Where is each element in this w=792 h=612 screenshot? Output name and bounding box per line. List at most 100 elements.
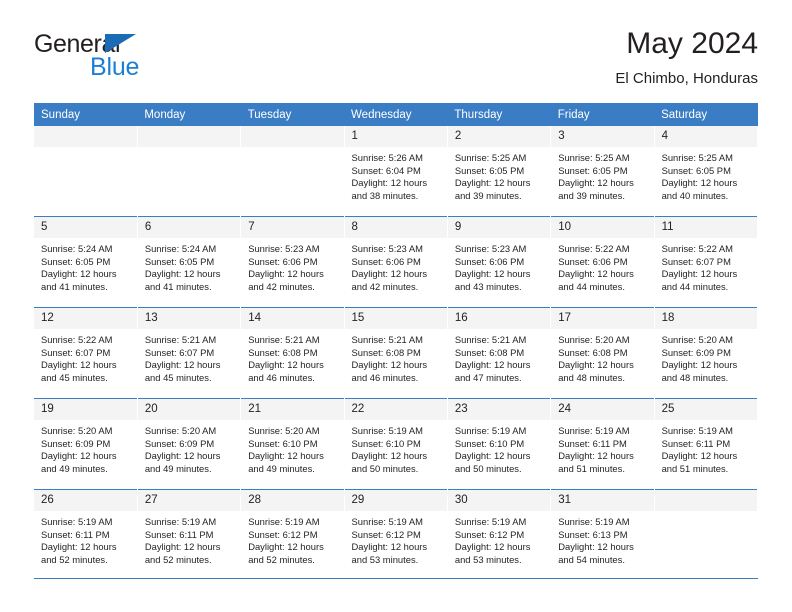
sunset-text: Sunset: 6:11 PM bbox=[558, 437, 627, 449]
calendar-cell-day[interactable]: 29 Sunrise: 5:19 AM Sunset: 6:12 PM Dayligh… bbox=[344, 489, 448, 580]
daylight-text-line2: and 41 minutes. bbox=[41, 280, 108, 292]
calendar-page: General Blue May 2024 El Chimbo, Hondura… bbox=[0, 0, 792, 612]
sunrise-text: Sunrise: 5:25 AM bbox=[558, 152, 630, 163]
calendar-cell-day[interactable]: 23 Sunrise: 5:19 AM Sunset: 6:10 PM Dayligh… bbox=[447, 398, 552, 490]
calendar-cell-day[interactable]: 3 Sunrise: 5:25 AM Sunset: 6:05 PM Daylight… bbox=[550, 126, 655, 217]
calendar-cell-day[interactable]: 16 Sunrise: 5:21 AM Sunset: 6:08 PM Dayligh… bbox=[447, 307, 552, 399]
sunset-text: Sunset: 6:05 PM bbox=[454, 164, 525, 176]
calendar-cell-day[interactable]: 30 Sunrise: 5:19 AM Sunset: 6:12 PM Dayligh… bbox=[447, 489, 552, 580]
sunrise-text: Sunrise: 5:23 AM bbox=[454, 243, 527, 254]
sunrise-text: Sunrise: 5:19 AM bbox=[454, 516, 527, 527]
day-number: 21 bbox=[241, 399, 344, 420]
sunrise-text: Sunrise: 5:19 AM bbox=[351, 425, 423, 436]
calendar-cell-day[interactable]: 7 Sunrise: 5:23 AM Sunset: 6:06 PM Daylight… bbox=[240, 216, 345, 308]
day-number bbox=[34, 126, 137, 147]
sunrise-text: Sunrise: 5:21 AM bbox=[144, 334, 217, 345]
calendar-cell-day[interactable]: 4 Sunrise: 5:25 AM Sunset: 6:05 PM Daylight… bbox=[654, 126, 759, 217]
sunrise-text: Sunrise: 5:25 AM bbox=[454, 152, 527, 163]
calendar-cell-day[interactable]: 8 Sunrise: 5:23 AM Sunset: 6:06 PM Daylight… bbox=[344, 216, 448, 308]
calendar-week-row: 12 Sunrise: 5:22 AM Sunset: 6:07 PM Dayligh… bbox=[34, 307, 759, 399]
sunrise-text: Sunrise: 5:19 AM bbox=[41, 516, 113, 527]
daylight-text-line1: Daylight: 12 hours bbox=[41, 541, 117, 553]
calendar-cell-day[interactable]: 22 Sunrise: 5:19 AM Sunset: 6:10 PM Dayligh… bbox=[344, 398, 448, 490]
page-subtitle: El Chimbo, Honduras bbox=[615, 70, 758, 87]
sunrise-text: Sunrise: 5:19 AM bbox=[558, 425, 630, 436]
sunrise-text: Sunrise: 5:26 AM bbox=[351, 152, 423, 163]
day-number: 4 bbox=[654, 126, 757, 147]
daylight-text-line1: Daylight: 12 hours bbox=[144, 359, 221, 371]
calendar-bottom-rule bbox=[34, 578, 758, 579]
calendar-cell-day[interactable]: 10 Sunrise: 5:22 AM Sunset: 6:06 PM Dayligh… bbox=[550, 216, 655, 308]
calendar-cell-day[interactable]: 14 Sunrise: 5:21 AM Sunset: 6:08 PM Dayligh… bbox=[240, 307, 345, 399]
day-details: Sunrise: 5:22 AM Sunset: 6:07 PM Daylight:… bbox=[655, 238, 757, 293]
daylight-text-line1: Daylight: 12 hours bbox=[558, 541, 634, 553]
sunrise-text: Sunrise: 5:23 AM bbox=[248, 243, 320, 254]
daylight-text-line1: Daylight: 12 hours bbox=[248, 268, 324, 280]
sunrise-text: Sunrise: 5:20 AM bbox=[41, 425, 113, 436]
calendar-week-row: 1 Sunrise: 5:26 AM Sunset: 6:04 PM Daylight… bbox=[34, 126, 759, 217]
sunset-text: Sunset: 6:08 PM bbox=[454, 346, 525, 358]
day-details: Sunrise: 5:19 AM Sunset: 6:12 PM Daylight:… bbox=[241, 511, 343, 566]
calendar-cell-day[interactable]: 13 Sunrise: 5:21 AM Sunset: 6:07 PM Dayligh… bbox=[137, 307, 242, 399]
day-number: 18 bbox=[654, 308, 757, 329]
calendar-cell-day[interactable]: 27 Sunrise: 5:19 AM Sunset: 6:11 PM Dayligh… bbox=[137, 489, 242, 580]
day-details: Sunrise: 5:25 AM Sunset: 6:05 PM Daylight:… bbox=[551, 147, 653, 202]
daylight-text-line2: and 50 minutes. bbox=[351, 462, 419, 474]
daylight-text-line1: Daylight: 12 hours bbox=[41, 268, 117, 280]
calendar-cell-day[interactable]: 9 Sunrise: 5:23 AM Sunset: 6:06 PM Daylight… bbox=[447, 216, 552, 308]
calendar-cell-day[interactable]: 15 Sunrise: 5:21 AM Sunset: 6:08 PM Dayligh… bbox=[344, 307, 448, 399]
page-title: May 2024 bbox=[626, 27, 758, 60]
day-number: 11 bbox=[654, 217, 757, 238]
calendar-cell-empty bbox=[137, 126, 242, 217]
calendar-cell-empty bbox=[34, 126, 138, 217]
calendar-cell-day[interactable]: 19 Sunrise: 5:20 AM Sunset: 6:09 PM Dayligh… bbox=[34, 398, 138, 490]
day-details: Sunrise: 5:23 AM Sunset: 6:06 PM Daylight:… bbox=[241, 238, 343, 293]
day-details: Sunrise: 5:19 AM Sunset: 6:11 PM Daylight:… bbox=[34, 511, 137, 566]
sunset-text: Sunset: 6:09 PM bbox=[41, 437, 111, 449]
calendar-cell-day[interactable]: 1 Sunrise: 5:26 AM Sunset: 6:04 PM Daylight… bbox=[344, 126, 448, 217]
day-number: 9 bbox=[447, 217, 551, 238]
sunrise-text: Sunrise: 5:20 AM bbox=[661, 334, 733, 345]
sunrise-text: Sunrise: 5:19 AM bbox=[248, 516, 320, 527]
sunset-text: Sunset: 6:05 PM bbox=[558, 164, 628, 176]
day-details: Sunrise: 5:19 AM Sunset: 6:11 PM Daylight:… bbox=[138, 511, 240, 566]
sunrise-text: Sunrise: 5:22 AM bbox=[558, 243, 630, 254]
calendar-cell-day[interactable]: 17 Sunrise: 5:20 AM Sunset: 6:08 PM Dayligh… bbox=[550, 307, 655, 399]
sunset-text: Sunset: 6:08 PM bbox=[558, 346, 628, 358]
sunset-text: Sunset: 6:11 PM bbox=[144, 528, 214, 540]
daylight-text-line1: Daylight: 12 hours bbox=[248, 450, 324, 462]
daylight-text-line2: and 52 minutes. bbox=[41, 553, 108, 565]
daylight-text-line1: Daylight: 12 hours bbox=[351, 541, 428, 553]
calendar-cell-day[interactable]: 20 Sunrise: 5:20 AM Sunset: 6:09 PM Dayligh… bbox=[137, 398, 242, 490]
daylight-text-line1: Daylight: 12 hours bbox=[351, 177, 428, 189]
sunrise-text: Sunrise: 5:23 AM bbox=[351, 243, 423, 254]
sunset-text: Sunset: 6:08 PM bbox=[351, 346, 421, 358]
daylight-text-line1: Daylight: 12 hours bbox=[558, 359, 634, 371]
daylight-text-line2: and 41 minutes. bbox=[144, 280, 212, 292]
calendar-cell-day[interactable]: 24 Sunrise: 5:19 AM Sunset: 6:11 PM Dayligh… bbox=[550, 398, 655, 490]
calendar-cell-day[interactable]: 11 Sunrise: 5:22 AM Sunset: 6:07 PM Dayligh… bbox=[654, 216, 759, 308]
calendar-cell-day[interactable]: 21 Sunrise: 5:20 AM Sunset: 6:10 PM Dayligh… bbox=[240, 398, 345, 490]
sunset-text: Sunset: 6:06 PM bbox=[248, 255, 318, 267]
weekday-header-friday: Friday bbox=[550, 103, 655, 126]
sunrise-text: Sunrise: 5:20 AM bbox=[558, 334, 630, 345]
calendar-cell-day[interactable]: 5 Sunrise: 5:24 AM Sunset: 6:05 PM Daylight… bbox=[34, 216, 138, 308]
calendar-cell-day[interactable]: 31 Sunrise: 5:19 AM Sunset: 6:13 PM Dayligh… bbox=[550, 489, 655, 580]
sunrise-text: Sunrise: 5:25 AM bbox=[661, 152, 733, 163]
calendar-cell-day[interactable]: 6 Sunrise: 5:24 AM Sunset: 6:05 PM Daylight… bbox=[137, 216, 242, 308]
calendar-cell-day[interactable]: 26 Sunrise: 5:19 AM Sunset: 6:11 PM Dayligh… bbox=[34, 489, 138, 580]
sunset-text: Sunset: 6:11 PM bbox=[41, 528, 110, 540]
day-details: Sunrise: 5:19 AM Sunset: 6:12 PM Daylight:… bbox=[448, 511, 550, 566]
calendar-cell-day[interactable]: 25 Sunrise: 5:19 AM Sunset: 6:11 PM Dayligh… bbox=[654, 398, 759, 490]
brand-logo[interactable]: General Blue bbox=[34, 30, 234, 88]
daylight-text-line2: and 52 minutes. bbox=[248, 553, 315, 565]
calendar-cell-day[interactable]: 28 Sunrise: 5:19 AM Sunset: 6:12 PM Dayligh… bbox=[240, 489, 345, 580]
calendar-cell-day[interactable]: 2 Sunrise: 5:25 AM Sunset: 6:05 PM Daylight… bbox=[447, 126, 552, 217]
day-number: 31 bbox=[551, 490, 654, 511]
calendar-cell-day[interactable]: 18 Sunrise: 5:20 AM Sunset: 6:09 PM Dayligh… bbox=[654, 307, 759, 399]
day-details: Sunrise: 5:22 AM Sunset: 6:07 PM Daylight:… bbox=[34, 329, 137, 384]
calendar-cell-day[interactable]: 12 Sunrise: 5:22 AM Sunset: 6:07 PM Dayligh… bbox=[34, 307, 138, 399]
daylight-text-line2: and 46 minutes. bbox=[248, 371, 315, 383]
sunset-text: Sunset: 6:08 PM bbox=[248, 346, 318, 358]
day-details bbox=[34, 147, 137, 152]
